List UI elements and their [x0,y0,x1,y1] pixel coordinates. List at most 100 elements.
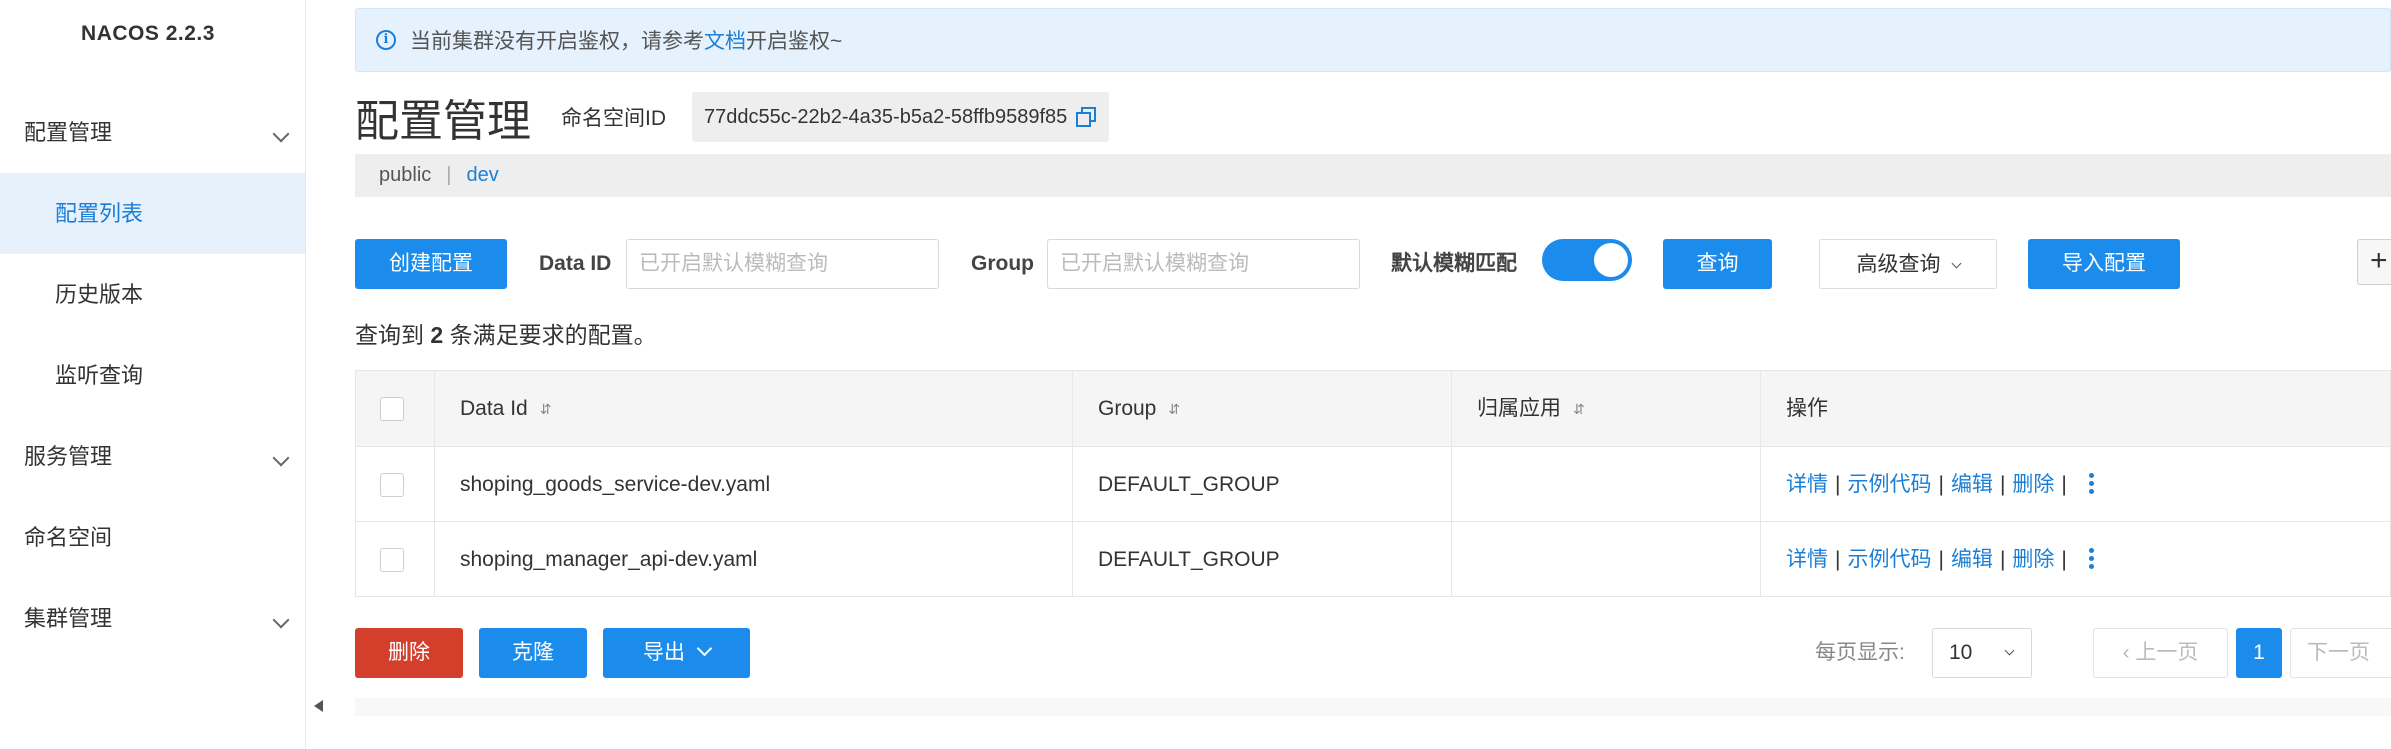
docs-link[interactable]: 文档 [704,25,746,55]
sidebar-item-service-management[interactable]: 服务管理 [0,416,305,497]
sidebar-item-label: 命名空间 [24,525,113,550]
page-size-value: 10 [1949,641,1973,664]
prev-page-label: 上一页 [2135,641,2199,664]
edit-link[interactable]: 编辑 [1951,548,1993,571]
more-vertical-icon[interactable] [2088,546,2094,572]
advanced-query-button[interactable]: 高级查询 [1819,239,1997,289]
table-row: shoping_goods_service-dev.yaml DEFAULT_G… [356,446,2390,522]
row-select-cell [356,522,435,597]
action-separator: | [2061,548,2067,571]
horizontal-scrollbar[interactable] [355,698,2391,716]
more-vertical-icon[interactable] [2088,471,2094,497]
column-label: 归属应用 [1477,397,1561,420]
brand-title: NACOS 2.2.3 [81,22,215,45]
row-checkbox[interactable] [380,473,404,497]
batch-delete-button[interactable]: 删除 [355,628,463,678]
action-separator: | [2061,473,2067,496]
select-all-checkbox[interactable] [380,397,404,421]
cell-data-id: shoping_manager_api-dev.yaml [435,522,1073,597]
sidebar: NACOS 2.2.3 配置管理 配置列表 历史版本 监听查询 服务管理 命名空… [0,0,306,749]
sort-icon[interactable]: ⇵ [1168,372,1180,446]
action-separator: | [1835,473,1841,496]
advanced-query-label: 高级查询 [1856,253,1941,276]
import-config-button[interactable]: 导入配置 [2028,239,2180,289]
sort-icon[interactable]: ⇵ [540,372,552,446]
data-id-input[interactable]: 已开启默认模糊查询 [626,239,939,289]
sidebar-item-label: 配置管理 [24,120,113,145]
column-label: Data Id [460,397,528,420]
chevron-down-icon [696,640,713,657]
header-select-cell [356,371,435,446]
table-footer: 删除 克隆 导出 每页显示: 10 ‹ 上一页 1 下一页 [355,628,2391,678]
group-input[interactable]: 已开启默认模糊查询 [1047,239,1360,289]
detail-link[interactable]: 详情 [1786,548,1828,571]
title-row: 配置管理 命名空间ID 77ddc55c-22b2-4a35-b5a2-58ff… [355,82,1110,152]
prev-page-button[interactable]: ‹ 上一页 [2093,628,2228,678]
header-actions: 操作 [1761,371,2391,446]
sidebar-item-cluster-management[interactable]: 集群管理 [0,578,305,659]
page-size-select[interactable]: 10 [1932,628,2032,678]
namespace-tab-dev[interactable]: dev [466,164,498,187]
action-separator: | [1835,548,1841,571]
result-count: 2 [430,322,444,348]
column-label: 操作 [1786,397,1828,420]
next-page-button[interactable]: 下一页 [2290,628,2391,678]
sort-icon[interactable]: ⇵ [1573,372,1585,446]
fuzzy-match-toggle[interactable] [1542,239,1632,281]
result-prefix: 查询到 [355,322,424,348]
auth-notice: i 当前集群没有开启鉴权，请参考 文档 开启鉴权~ [355,8,2391,72]
sample-code-link[interactable]: 示例代码 [1847,473,1931,496]
chevron-down-icon [272,449,290,467]
detail-link[interactable]: 详情 [1786,473,1828,496]
chevron-down-icon [272,125,290,143]
column-label: Group [1098,397,1157,420]
cell-actions: 详情 | 示例代码 | 编辑 | 删除 | [1761,522,2391,597]
sidebar-item-config-list[interactable]: 配置列表 [0,173,305,254]
notice-text-prefix: 当前集群没有开启鉴权，请参考 [410,30,704,53]
fuzzy-match-label: 默认模糊匹配 [1391,252,1517,275]
page-number-button[interactable]: 1 [2236,628,2282,678]
chevron-down-icon [2004,645,2015,656]
delete-link[interactable]: 删除 [2012,548,2054,571]
chevron-down-icon [272,611,290,629]
scroll-left-arrow-icon[interactable] [314,700,323,712]
header-group[interactable]: Group ⇵ [1073,371,1452,446]
sidebar-item-label: 历史版本 [55,282,144,307]
copy-icon[interactable] [1075,106,1097,128]
cell-app [1452,447,1761,522]
row-checkbox[interactable] [380,548,404,572]
toggle-knob [1594,243,1628,277]
namespace-tab-public[interactable]: public [379,164,431,187]
clone-button[interactable]: 克隆 [479,628,587,678]
action-separator: | [1938,548,1944,571]
side-plus-button[interactable]: + [2357,239,2391,285]
create-config-button[interactable]: 创建配置 [355,239,507,289]
search-toolbar: 创建配置 Data ID 已开启默认模糊查询 Group 已开启默认模糊查询 默… [355,239,2391,289]
result-summary: 查询到 2 条满足要求的配置。 [355,316,657,350]
sample-code-link[interactable]: 示例代码 [1847,548,1931,571]
cell-group: DEFAULT_GROUP [1073,447,1452,522]
sidebar-item-label: 配置列表 [55,201,144,226]
header-app[interactable]: 归属应用 ⇵ [1452,371,1761,446]
export-label: 导出 [643,641,685,664]
delete-link[interactable]: 删除 [2012,473,2054,496]
info-icon: i [376,30,396,50]
cell-data-id: shoping_goods_service-dev.yaml [435,447,1073,522]
main-content: i 当前集群没有开启鉴权，请参考 文档 开启鉴权~ 配置管理 命名空间ID 77dd… [355,0,2391,749]
sidebar-item-label: 集群管理 [24,606,113,631]
config-table: Data Id ⇵ Group ⇵ 归属应用 ⇵ 操作 shoping_goods_s… [355,370,2391,597]
sidebar-item-label: 监听查询 [55,363,144,388]
header-data-id[interactable]: Data Id ⇵ [435,371,1073,446]
sidebar-item-namespace[interactable]: 命名空间 [0,497,305,578]
sidebar-item-history[interactable]: 历史版本 [0,254,305,335]
query-button[interactable]: 查询 [1663,239,1772,289]
sidebar-item-label: 服务管理 [24,444,113,469]
sidebar-item-config-management[interactable]: 配置管理 [0,92,305,173]
table-row: shoping_manager_api-dev.yaml DEFAULT_GRO… [356,521,2391,597]
sidebar-item-listener-query[interactable]: 监听查询 [0,335,305,416]
page-title: 配置管理 [355,97,531,146]
group-label: Group [971,252,1034,275]
table-header-row: Data Id ⇵ Group ⇵ 归属应用 ⇵ 操作 [356,371,2390,446]
edit-link[interactable]: 编辑 [1951,473,1993,496]
export-button[interactable]: 导出 [603,628,750,678]
